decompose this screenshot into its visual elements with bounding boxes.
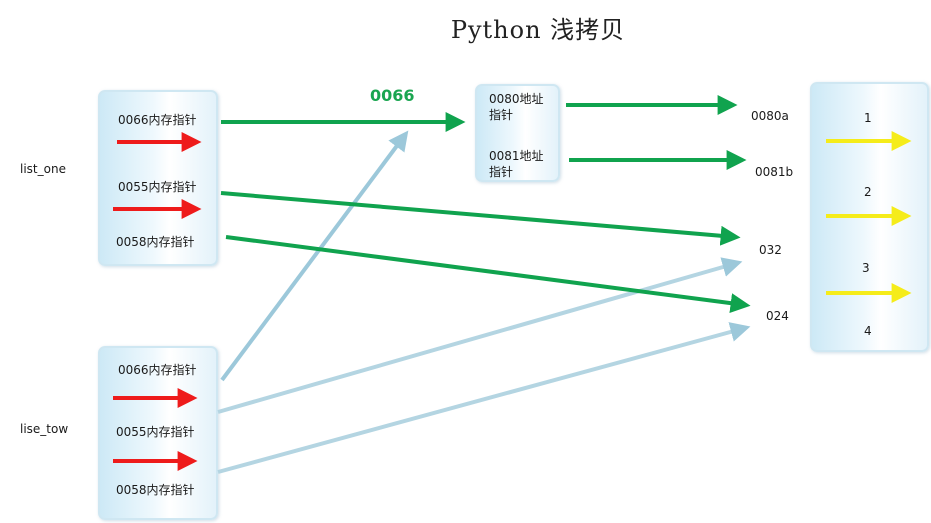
green-arrow bbox=[220, 191, 741, 246]
blue-arrow bbox=[217, 322, 751, 474]
blue-arrow bbox=[217, 257, 743, 414]
arrows-layer bbox=[113, 95, 912, 474]
